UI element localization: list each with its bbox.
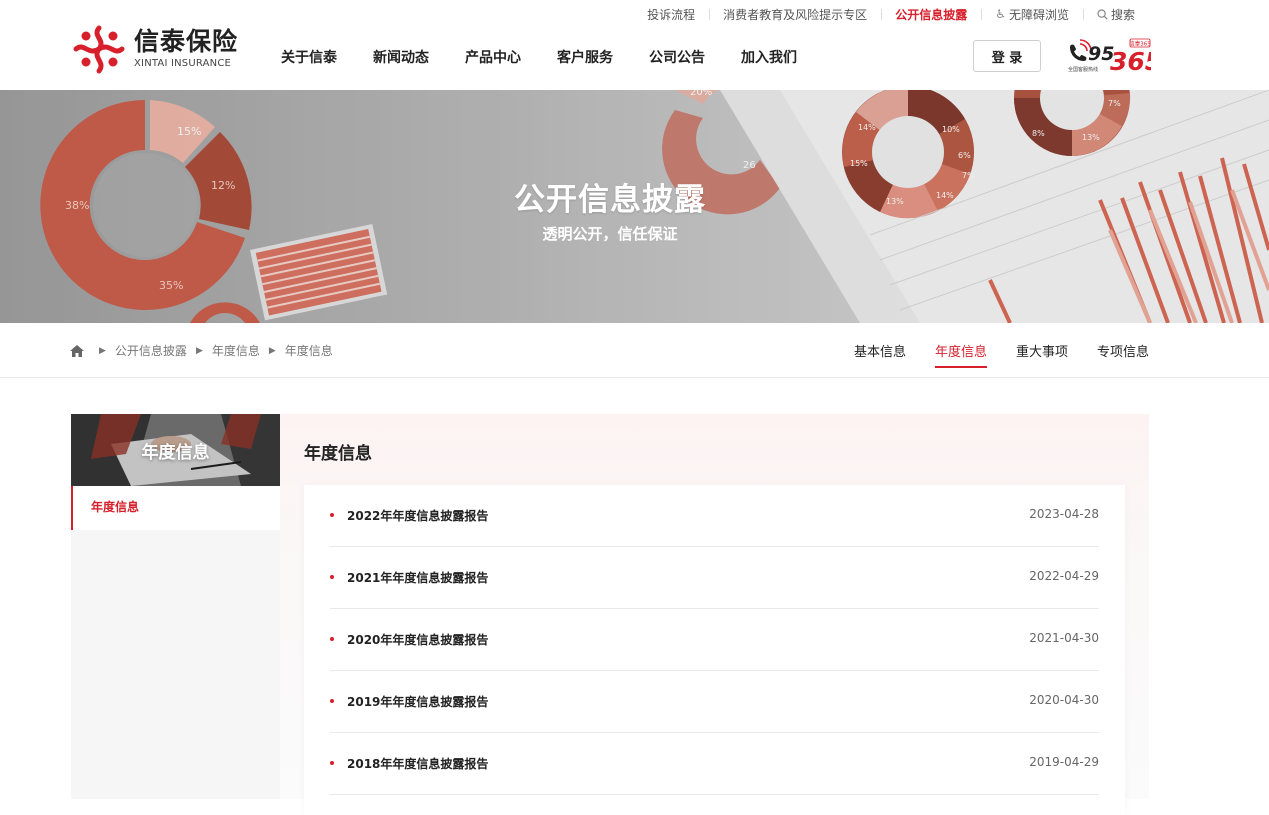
bullet-dot-icon <box>330 637 334 641</box>
tab-special-info[interactable]: 专项信息 <box>1097 341 1149 368</box>
report-list: 2022年年度信息披露报告 2023-04-28 2021年年度信息披露报告 2… <box>304 485 1125 815</box>
breadcrumb-separator-icon: ▶ <box>99 345 106 356</box>
hero-banner: 38% 15% 12% 35% 20% 26 14% 10% 15% 13% 1… <box>0 90 1269 323</box>
content-panel: 年度信息 2022年年度信息披露报告 2023-04-28 2021年年度信息披… <box>280 414 1149 815</box>
report-title[interactable]: 2018年年度信息披露报告 <box>347 755 488 772</box>
breadcrumb: ▶ 公开信息披露 ▶ 年度信息 ▶ 年度信息 <box>70 342 333 359</box>
top-utility-links: 投诉流程 消费者教育及风险提示专区 公开信息披露 ♿ 无障碍浏览 搜索 <box>633 5 1149 23</box>
top-link-complaint-process[interactable]: 投诉流程 <box>633 6 709 23</box>
login-button[interactable]: 登 录 <box>973 40 1041 72</box>
top-link-accessibility[interactable]: ♿ 无障碍浏览 <box>981 6 1083 23</box>
bullet-dot-icon <box>330 513 334 517</box>
list-item[interactable]: 2021年年度信息披露报告 2022-04-29 <box>330 547 1099 609</box>
tab-basic-info[interactable]: 基本信息 <box>854 341 906 368</box>
nav-item-customer-service[interactable]: 客户服务 <box>539 47 631 67</box>
main-navigation: 关于信泰 新闻动态 产品中心 客户服务 公司公告 加入我们 <box>263 47 815 67</box>
logo-english-name: XINTAI INSURANCE <box>134 58 232 69</box>
logo-chinese-name: 信泰保险 <box>134 27 239 56</box>
report-date: 2020-04-30 <box>1029 693 1099 707</box>
nav-item-news[interactable]: 新闻动态 <box>355 47 447 67</box>
hotline-logo[interactable]: 95 365 信泰365 全国客服热线 <box>1066 38 1151 74</box>
list-item[interactable]: 2022年年度信息披露报告 2023-04-28 <box>330 485 1099 547</box>
bullet-dot-icon <box>330 699 334 703</box>
bullet-dot-icon <box>330 575 334 579</box>
report-title[interactable]: 2020年年度信息披露报告 <box>347 631 488 648</box>
banner-subtitle: 透明公开，信任保证 <box>542 225 678 243</box>
top-link-search[interactable]: 搜索 <box>1082 6 1149 23</box>
nav-item-about[interactable]: 关于信泰 <box>263 47 355 67</box>
top-link-label: 投诉流程 <box>647 7 696 22</box>
accessibility-icon: ♿ <box>995 7 1006 21</box>
list-item[interactable]: 2018年年度信息披露报告 2019-04-29 <box>330 733 1099 795</box>
top-link-label: 搜索 <box>1110 7 1135 22</box>
top-link-info-disclosure[interactable]: 公开信息披露 <box>881 6 981 23</box>
site-logo[interactable]: 信泰保险 XINTAI INSURANCE <box>70 22 238 76</box>
disclosure-subtabs: 基本信息 年度信息 重大事项 专项信息 <box>825 341 1149 368</box>
home-icon[interactable] <box>70 344 84 357</box>
report-date: 2022-04-29 <box>1029 569 1099 583</box>
tab-annual-info[interactable]: 年度信息 <box>934 341 987 368</box>
top-link-consumer-education[interactable]: 消费者教育及风险提示专区 <box>709 6 881 23</box>
report-title[interactable]: 2022年年度信息披露报告 <box>347 507 488 524</box>
nav-item-products[interactable]: 产品中心 <box>447 47 539 67</box>
logo-wordmark: 信泰保险 XINTAI INSURANCE <box>134 29 238 69</box>
nav-item-careers[interactable]: 加入我们 <box>723 47 815 67</box>
report-date: 2023-04-28 <box>1029 507 1099 521</box>
sidebar-item-annual-info[interactable]: 年度信息 <box>71 486 280 530</box>
svg-text:365: 365 <box>1110 47 1151 74</box>
breadcrumb-bar: ▶ 公开信息披露 ▶ 年度信息 ▶ 年度信息 基本信息 年度信息 重大事项 专项… <box>0 323 1269 378</box>
nav-item-announcements[interactable]: 公司公告 <box>631 47 723 67</box>
top-link-label: 无障碍浏览 <box>1008 7 1069 22</box>
list-item[interactable]: 2020年年度信息披露报告 2021-04-30 <box>330 609 1099 671</box>
tab-major-events[interactable]: 重大事项 <box>1016 341 1068 368</box>
list-item[interactable]: 2019年年度信息披露报告 2020-04-30 <box>330 671 1099 733</box>
report-date: 2021-04-30 <box>1029 631 1099 645</box>
breadcrumb-item[interactable]: 年度信息 <box>212 342 260 359</box>
hotline-badge: 信泰365 <box>1129 40 1151 48</box>
breadcrumb-separator-icon: ▶ <box>268 345 276 356</box>
top-link-label: 消费者教育及风险提示专区 <box>723 7 868 22</box>
content-title: 年度信息 <box>304 444 372 464</box>
search-icon <box>1097 8 1108 20</box>
sidebar-title: 年度信息 <box>141 443 210 463</box>
bullet-dot-icon <box>330 761 334 765</box>
site-header: 信泰保险 XINTAI INSURANCE 投诉流程 消费者教育及风险提示专区 … <box>0 0 1269 90</box>
breadcrumb-item[interactable]: 公开信息披露 <box>115 342 187 359</box>
breadcrumb-item-current: 年度信息 <box>284 344 333 358</box>
breadcrumb-separator-icon: ▶ <box>195 345 203 356</box>
sidebar-header: 年度信息 <box>71 414 280 486</box>
top-link-label: 公开信息披露 <box>895 7 968 22</box>
report-title[interactable]: 2019年年度信息披露报告 <box>347 693 488 710</box>
report-title[interactable]: 2021年年度信息披露报告 <box>347 569 488 586</box>
banner-title: 公开信息披露 <box>514 182 706 218</box>
sidebar: 年度信息 年度信息 <box>71 414 280 799</box>
hotline-caption: 全国客服热线 <box>1068 66 1098 73</box>
report-date: 2019-04-29 <box>1029 755 1099 769</box>
logo-mark-icon <box>73 25 125 74</box>
